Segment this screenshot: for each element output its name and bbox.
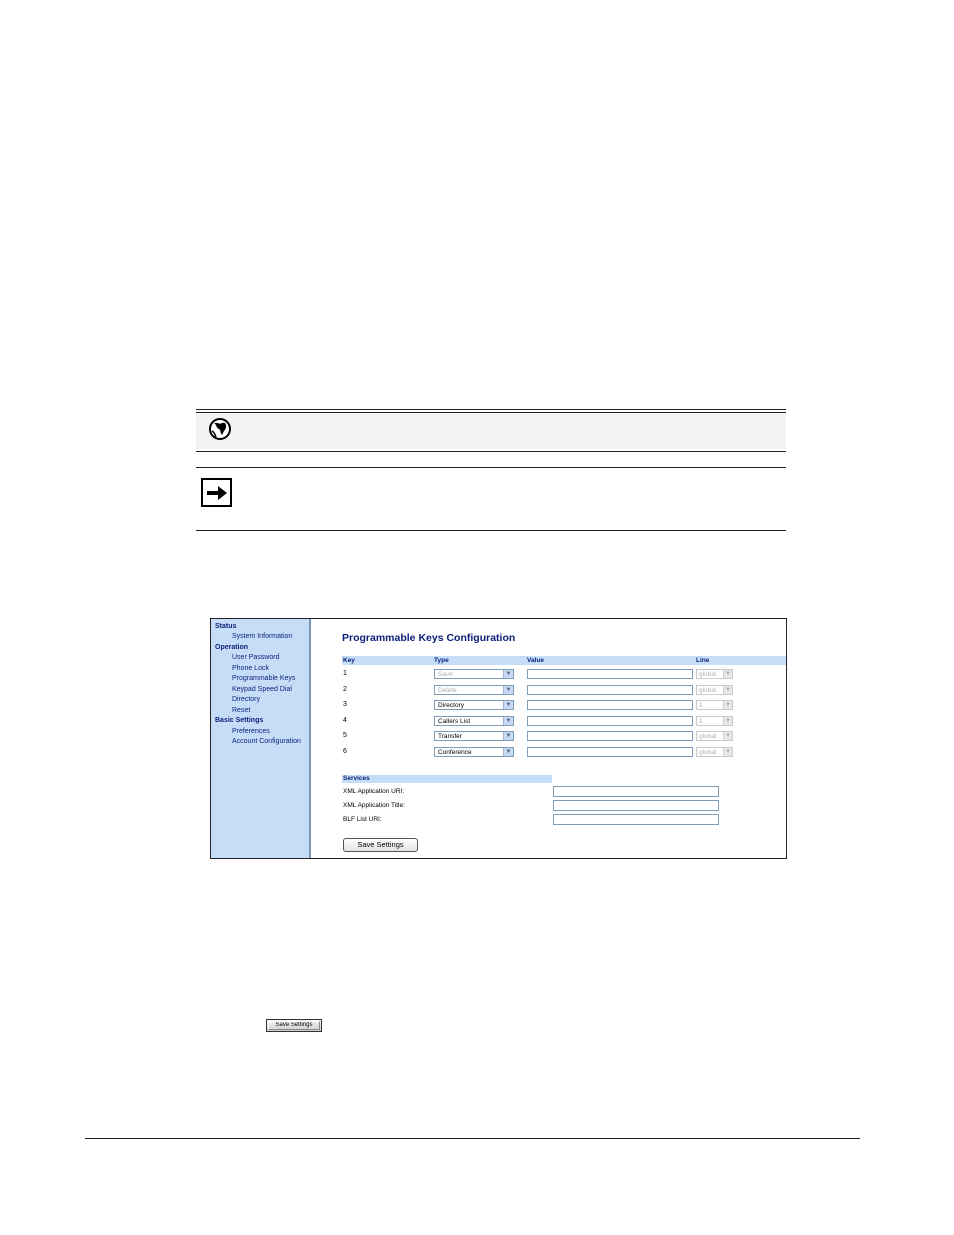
nav-item-system-information[interactable]: System Information	[232, 633, 292, 641]
key-number: 1	[343, 670, 347, 677]
column-header-type: Type	[434, 657, 449, 664]
chevron-down-icon: ▼	[503, 717, 513, 725]
key-line-select[interactable]: global ▼	[696, 669, 733, 679]
key-line-select[interactable]: global ▼	[696, 747, 733, 757]
blf-list-uri-label: BLF List URI:	[343, 816, 382, 823]
blf-list-uri-input[interactable]	[553, 814, 719, 825]
xml-application-uri-label: XML Application URI:	[343, 788, 405, 795]
nav-item-phone-lock[interactable]: Phone Lock	[232, 665, 269, 673]
key-line-value: global	[699, 733, 717, 740]
xml-application-title-label: XML Application Title:	[343, 802, 405, 809]
column-header-line: Line	[696, 657, 710, 664]
chevron-down-icon: ▼	[723, 732, 732, 740]
key-value-input[interactable]	[527, 731, 693, 741]
nav-item-keypad-speed-dial[interactable]: Keypad Speed Dial	[232, 686, 292, 694]
key-line-value: 1	[699, 718, 703, 725]
key-value-input[interactable]	[527, 700, 693, 710]
sidebar-nav: Status System Information Operation User…	[211, 619, 311, 858]
table-header-bar	[342, 656, 786, 665]
arrow-right-icon	[201, 478, 232, 507]
chevron-down-icon: ▼	[503, 732, 513, 740]
chevron-down-icon: ▼	[503, 670, 513, 678]
key-line-value: global	[699, 687, 717, 694]
xml-application-title-input[interactable]	[553, 800, 719, 811]
chevron-down-icon: ▼	[723, 686, 732, 694]
page-title: Programmable Keys Configuration	[342, 632, 516, 644]
column-header-key: Key	[343, 657, 355, 664]
key-number: 3	[343, 701, 347, 708]
key-type-select[interactable]: Save ▼	[434, 669, 514, 679]
key-type-select[interactable]: Callers List ▼	[434, 716, 514, 726]
reference-top-rule-2	[196, 412, 786, 413]
nav-item-reset[interactable]: Reset	[232, 707, 250, 715]
nav-heading-operation[interactable]: Operation	[215, 644, 248, 652]
reference-bottom-rule	[196, 451, 786, 452]
key-value-input[interactable]	[527, 716, 693, 726]
key-number: 6	[343, 748, 347, 755]
chevron-down-icon: ▼	[503, 701, 513, 709]
reference-box	[196, 414, 786, 449]
key-type-value: Conference	[438, 749, 472, 756]
key-type-value: Transfer	[438, 733, 462, 740]
key-line-value: 1	[699, 702, 703, 709]
key-value-input[interactable]	[527, 685, 693, 695]
footer-rule	[85, 1138, 860, 1139]
save-settings-button[interactable]: Save Settings	[343, 838, 418, 852]
key-type-value: Directory	[438, 702, 465, 709]
services-header-bar	[342, 775, 552, 783]
nav-item-preferences[interactable]: Preferences	[232, 728, 270, 736]
key-type-select[interactable]: Transfer ▼	[434, 731, 514, 741]
key-type-select[interactable]: Conference ▼	[434, 747, 514, 757]
key-type-value: Delete	[438, 687, 457, 694]
note-top-rule	[196, 467, 786, 468]
key-line-select[interactable]: 1 ▼	[696, 716, 733, 726]
nav-item-programmable-keys[interactable]: Programmable Keys	[232, 675, 295, 683]
key-value-input[interactable]	[527, 669, 693, 679]
key-number: 5	[343, 732, 347, 739]
web-ui-screenshot: Status System Information Operation User…	[210, 618, 787, 859]
nav-item-user-password[interactable]: User Password	[232, 654, 279, 662]
key-number: 4	[343, 717, 347, 724]
column-header-value: Value	[527, 657, 544, 664]
key-line-select[interactable]: global ▼	[696, 685, 733, 695]
key-type-select[interactable]: Delete ▼	[434, 685, 514, 695]
chevron-down-icon: ▼	[503, 686, 513, 694]
xml-application-uri-input[interactable]	[553, 786, 719, 797]
key-line-value: global	[699, 671, 717, 678]
key-type-select[interactable]: Directory ▼	[434, 700, 514, 710]
globe-icon	[208, 417, 232, 441]
chevron-down-icon: ▼	[723, 717, 732, 725]
key-value-input[interactable]	[527, 747, 693, 757]
nav-item-directory[interactable]: Directory	[232, 696, 260, 704]
nav-heading-status[interactable]: Status	[215, 623, 236, 631]
chevron-down-icon: ▼	[503, 748, 513, 756]
save-settings-inline-button: Save Settings	[266, 1019, 322, 1032]
chevron-down-icon: ▼	[723, 701, 732, 709]
key-number: 2	[343, 686, 347, 693]
key-type-value: Save	[438, 671, 453, 678]
nav-heading-basic-settings[interactable]: Basic Settings	[215, 717, 263, 725]
key-line-select[interactable]: 1 ▼	[696, 700, 733, 710]
chevron-down-icon: ▼	[723, 670, 732, 678]
key-line-select[interactable]: global ▼	[696, 731, 733, 741]
nav-item-account-configuration[interactable]: Account Configuration	[232, 738, 301, 746]
services-title: Services	[343, 775, 370, 782]
note-bottom-rule	[196, 530, 786, 531]
key-type-value: Callers List	[438, 718, 471, 725]
key-line-value: global	[699, 749, 717, 756]
reference-top-rule	[196, 409, 786, 410]
chevron-down-icon: ▼	[723, 748, 732, 756]
